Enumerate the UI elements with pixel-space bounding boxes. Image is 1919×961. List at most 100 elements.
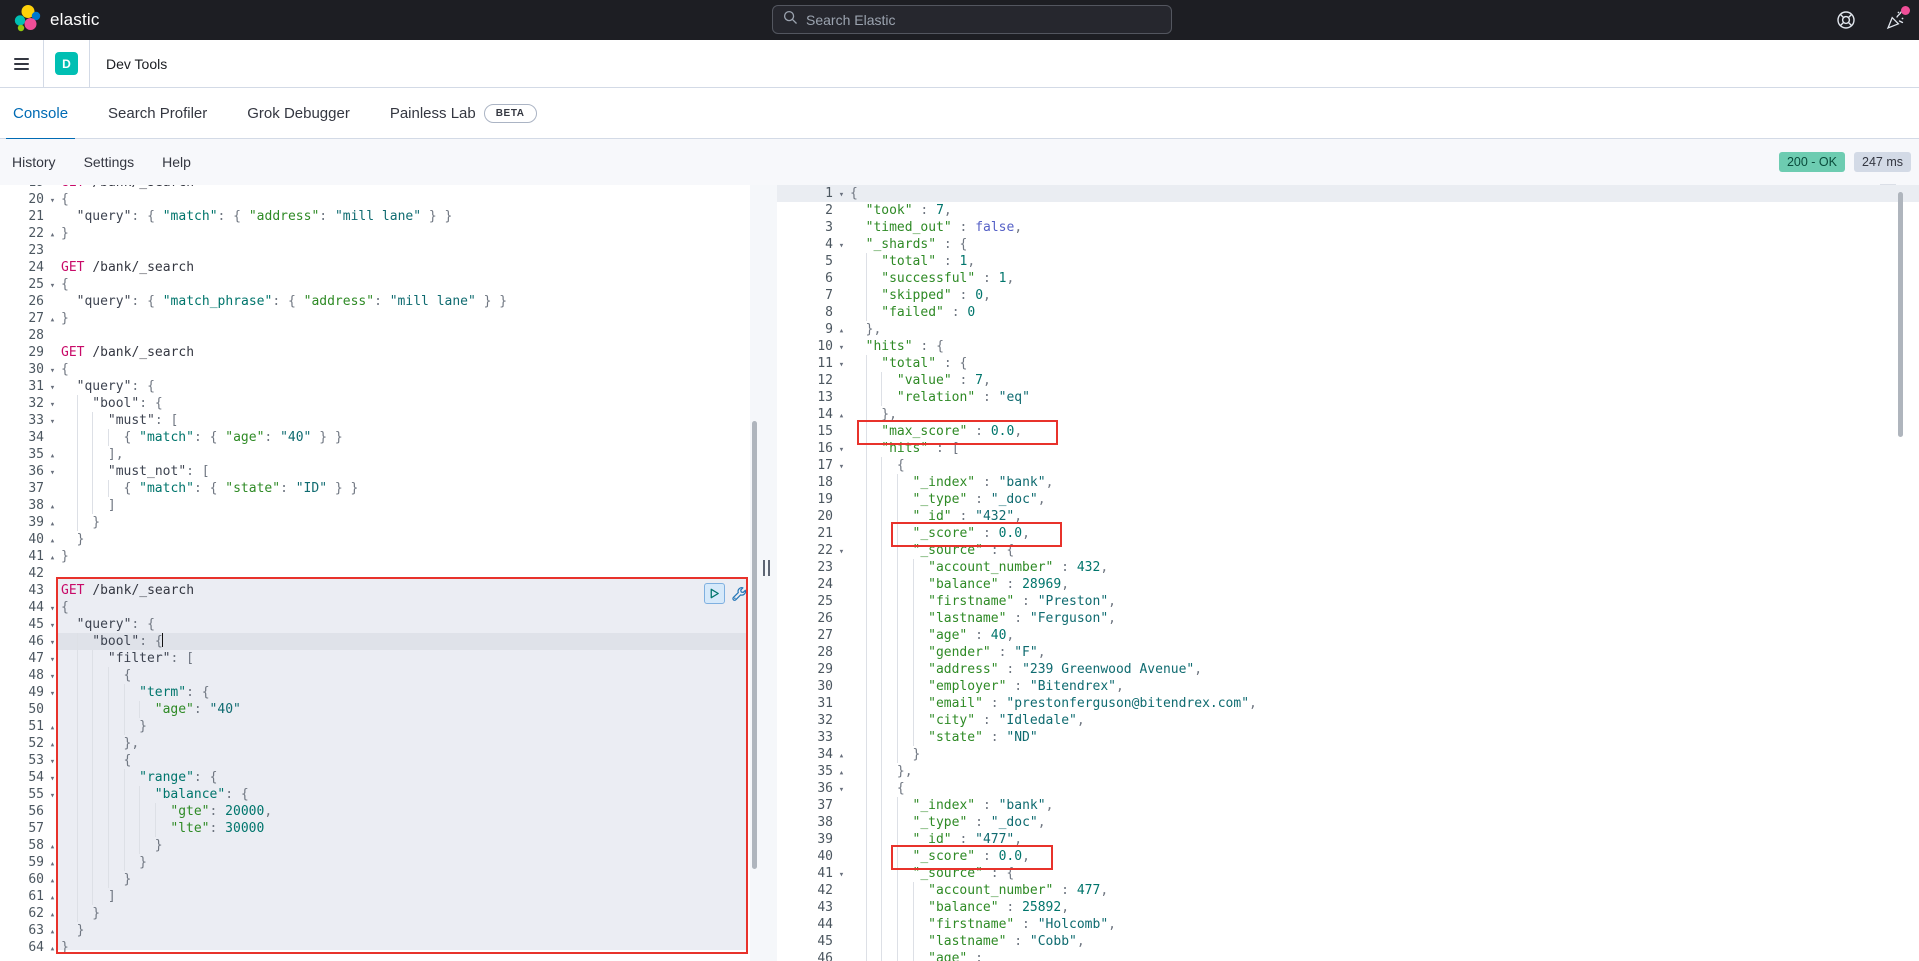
code-line[interactable]: 11▾"total" : { (777, 355, 1919, 372)
code-line[interactable]: 25▾{ (0, 276, 750, 293)
code-line[interactable]: 60▴} (0, 871, 750, 888)
code-line[interactable]: 21 "_score" : 0.0, (777, 525, 1919, 542)
code-line[interactable]: 7 "skipped" : 0, (777, 287, 1919, 304)
tab-console[interactable]: Console (6, 88, 75, 139)
code-line[interactable]: 37 { "match": { "state": "ID" } } (0, 480, 750, 497)
code-line[interactable]: 30▾{ (0, 361, 750, 378)
code-line[interactable]: 42 (0, 565, 750, 582)
code-line[interactable]: 46▾"bool": { (0, 633, 750, 650)
space-selector[interactable]: D (44, 40, 90, 88)
code-line[interactable]: 14▴}, (777, 406, 1919, 423)
code-line[interactable]: 43 "balance" : 25892, (777, 899, 1919, 916)
hamburger-menu-icon[interactable] (0, 40, 44, 88)
code-line[interactable]: 15 "max_score" : 0.0, (777, 423, 1919, 440)
code-line[interactable]: 8 "failed" : 0 (777, 304, 1919, 321)
code-line[interactable]: 27 "age" : 40, (777, 627, 1919, 644)
code-line[interactable]: 49▾"term": { (0, 684, 750, 701)
tab-painless-lab[interactable]: Painless LabBETA (383, 88, 544, 139)
elastic-home-link[interactable]: elastic (0, 4, 100, 37)
code-line[interactable]: 34 { "match": { "age": "40" } } (0, 429, 750, 446)
code-line[interactable]: 45▾"query": { (0, 616, 750, 633)
code-line[interactable]: 32▾"bool": { (0, 395, 750, 412)
request-editor[interactable]: 19 GET /bank/_search20▾{21 "query": { "m… (0, 185, 750, 961)
code-line[interactable]: 25 "firstname" : "Preston", (777, 593, 1919, 610)
code-line[interactable]: 31 "email" : "prestonferguson@bitendrex.… (777, 695, 1919, 712)
panel-resize-handle[interactable] (761, 560, 771, 578)
code-line[interactable]: 46 "age" : (777, 950, 1919, 961)
code-line[interactable]: 1▾{ (777, 185, 1919, 202)
code-line[interactable]: 35▴}, (777, 763, 1919, 780)
request-editor-scrollbar[interactable] (752, 421, 757, 869)
response-editor-scrollbar[interactable] (1898, 192, 1903, 437)
code-line[interactable]: 59▴} (0, 854, 750, 871)
code-line[interactable]: 38 "_type" : "_doc", (777, 814, 1919, 831)
code-line[interactable]: 53▾{ (0, 752, 750, 769)
toolbar-item-history[interactable]: History (12, 154, 56, 170)
code-line[interactable]: 26 "query": { "match_phrase": { "address… (0, 293, 750, 310)
code-line[interactable]: 61▴] (0, 888, 750, 905)
code-line[interactable]: 24 GET /bank/_search (0, 259, 750, 276)
code-line[interactable]: 17▾{ (777, 457, 1919, 474)
code-line[interactable]: 36▾{ (777, 780, 1919, 797)
code-line[interactable]: 12 "value" : 7, (777, 372, 1919, 389)
code-line[interactable]: 50 "age": "40" (0, 701, 750, 718)
code-line[interactable]: 13 "relation" : "eq" (777, 389, 1919, 406)
code-line[interactable]: 62▴} (0, 905, 750, 922)
fold-end-icon[interactable]: ▴ (44, 941, 61, 958)
code-line[interactable]: 52▴}, (0, 735, 750, 752)
code-line[interactable]: 33▾"must": [ (0, 412, 750, 429)
code-line[interactable]: 63▴} (0, 922, 750, 939)
code-line[interactable]: 29 "address" : "239 Greenwood Avenue", (777, 661, 1919, 678)
code-line[interactable]: 40▴} (0, 531, 750, 548)
search-input[interactable] (806, 12, 1161, 28)
code-line[interactable]: 56 "gte": 20000, (0, 803, 750, 820)
code-line[interactable]: 34▴} (777, 746, 1919, 763)
news-icon[interactable] (1885, 9, 1907, 31)
toolbar-item-settings[interactable]: Settings (84, 154, 135, 170)
code-line[interactable]: 44▾{ (0, 599, 750, 616)
code-line[interactable]: 58▴} (0, 837, 750, 854)
code-line[interactable]: 27▴} (0, 310, 750, 327)
code-line[interactable]: 19 "_type" : "_doc", (777, 491, 1919, 508)
code-line[interactable]: 16▾"hits" : [ (777, 440, 1919, 457)
code-line[interactable]: 28 (0, 327, 750, 344)
code-line[interactable]: 22▴} (0, 225, 750, 242)
code-line[interactable]: 47▾"filter": [ (0, 650, 750, 667)
code-line[interactable]: 4▾"_shards" : { (777, 236, 1919, 253)
code-line[interactable]: 39 "_id" : "477", (777, 831, 1919, 848)
send-request-button[interactable] (704, 583, 725, 604)
code-line[interactable]: 20▾{ (0, 191, 750, 208)
code-line[interactable]: 35▴], (0, 446, 750, 463)
code-line[interactable]: 9▴}, (777, 321, 1919, 338)
code-line[interactable]: 24 "balance" : 28969, (777, 576, 1919, 593)
tab-grok-debugger[interactable]: Grok Debugger (240, 88, 357, 139)
toolbar-item-help[interactable]: Help (162, 154, 191, 170)
code-line[interactable]: 54▾"range": { (0, 769, 750, 786)
code-line[interactable]: 28 "gender" : "F", (777, 644, 1919, 661)
code-line[interactable]: 10▾"hits" : { (777, 338, 1919, 355)
code-line[interactable]: 30 "employer" : "Bitendrex", (777, 678, 1919, 695)
tab-search-profiler[interactable]: Search Profiler (101, 88, 214, 139)
code-line[interactable]: 39▴} (0, 514, 750, 531)
code-line[interactable]: 42 "account_number" : 477, (777, 882, 1919, 899)
help-icon[interactable] (1835, 9, 1857, 31)
code-line[interactable]: 3 "timed_out" : false, (777, 219, 1919, 236)
code-line[interactable]: 48▾{ (0, 667, 750, 684)
code-line[interactable]: 33 "state" : "ND" (777, 729, 1919, 746)
code-line[interactable]: 37 "_index" : "bank", (777, 797, 1919, 814)
code-line[interactable]: 41▴} (0, 548, 750, 565)
code-line[interactable]: 51▴} (0, 718, 750, 735)
code-line[interactable]: 18 "_index" : "bank", (777, 474, 1919, 491)
code-line[interactable]: 20 "_id" : "432", (777, 508, 1919, 525)
code-line[interactable]: 40 "_score" : 0.0, (777, 848, 1919, 865)
code-line[interactable]: 57 "lte": 30000 (0, 820, 750, 837)
code-line[interactable]: 31▾"query": { (0, 378, 750, 395)
code-line[interactable]: 23 "account_number" : 432, (777, 559, 1919, 576)
code-line[interactable]: 36▾"must_not": [ (0, 463, 750, 480)
code-line[interactable]: 45 "lastname" : "Cobb", (777, 933, 1919, 950)
code-line[interactable]: 43 GET /bank/_search (0, 582, 750, 599)
response-editor[interactable]: 1▾{2 "took" : 7,3 "timed_out" : false,4▾… (777, 185, 1919, 961)
request-options-button[interactable] (729, 583, 749, 603)
code-line[interactable]: 32 "city" : "Idledale", (777, 712, 1919, 729)
code-line[interactable]: 64▴} (0, 939, 750, 956)
